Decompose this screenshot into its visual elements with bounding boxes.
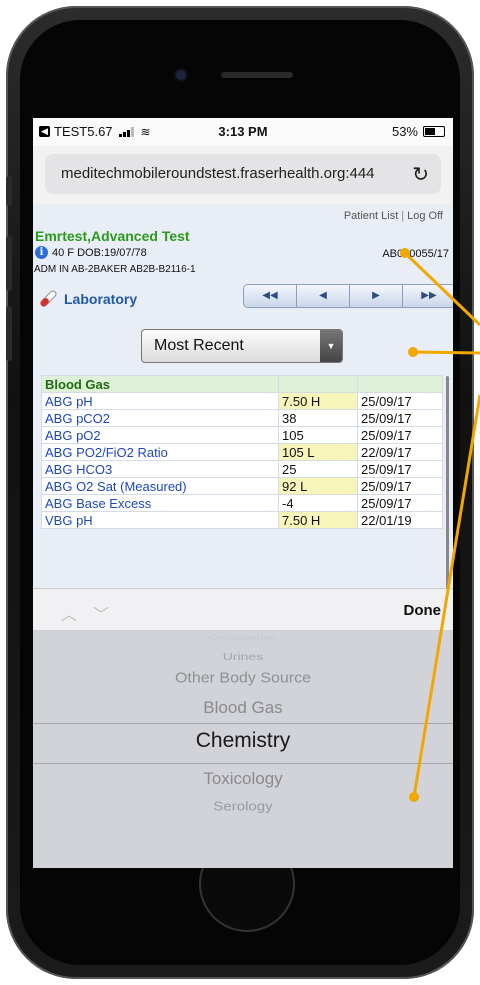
picker-option[interactable]: Urines bbox=[33, 650, 453, 662]
table-row[interactable]: ABG PO2/FiO2 Ratio 105 L 22/09/17 bbox=[41, 443, 443, 461]
result-value: 7.50 H bbox=[278, 392, 358, 410]
section-title: Laboratory bbox=[37, 288, 137, 310]
battery-group: 53% bbox=[392, 124, 445, 139]
result-name[interactable]: ABG O2 Sat (Measured) bbox=[41, 477, 279, 495]
table-row[interactable]: ABG pH 7.50 H 25/09/17 bbox=[41, 392, 443, 410]
status-time: 3:13 PM bbox=[218, 124, 268, 139]
record-nav-group: ◀◀ ◀ ▶ ▶▶ bbox=[243, 284, 453, 308]
patient-list-link[interactable]: Patient List bbox=[344, 210, 398, 222]
header-links: Patient List | Log Off bbox=[344, 210, 443, 222]
result-value: 92 L bbox=[278, 477, 358, 495]
result-date: 25/09/17 bbox=[357, 409, 443, 427]
scrollbar[interactable] bbox=[446, 376, 449, 596]
result-name[interactable]: ABG pO2 bbox=[41, 426, 279, 444]
previous-record-button[interactable]: ◀ bbox=[297, 285, 350, 307]
volume-up-button bbox=[6, 236, 12, 291]
chevron-down-icon[interactable]: ﹀ bbox=[93, 601, 109, 625]
lab-results-table: Blood Gas ABG pH 7.50 H 25/09/17 ABG pCO2 38… bbox=[41, 375, 443, 529]
result-value: 7.50 H bbox=[278, 511, 358, 529]
browser-url-bar: meditechmobileroundstest.fraserhealth.or… bbox=[33, 146, 453, 204]
status-bar: ◀ TEST5.67 ≋ 3:13 PM 53% bbox=[33, 118, 453, 146]
result-date: 22/09/17 bbox=[357, 443, 443, 461]
picker-toolbar: ︿ ﹀ Done bbox=[33, 588, 453, 631]
admission-info: ADM IN AB-2BAKER AB2B-B2116-1 bbox=[34, 264, 196, 275]
table-row[interactable]: VBG pH 7.50 H 22/01/19 bbox=[41, 511, 443, 529]
section-title-label: Laboratory bbox=[64, 291, 138, 307]
view-select-value: Most Recent bbox=[154, 337, 244, 354]
picker-selection-top-line bbox=[33, 723, 453, 724]
battery-fill bbox=[425, 128, 435, 135]
log-off-link[interactable]: Log Off bbox=[407, 210, 443, 222]
picker-option[interactable]: Serology bbox=[33, 799, 453, 813]
chevron-up-icon[interactable]: ︿ bbox=[61, 601, 77, 625]
result-value: 105 bbox=[278, 426, 358, 444]
result-date: 22/01/19 bbox=[357, 511, 443, 529]
last-record-button[interactable]: ▶▶ bbox=[403, 285, 453, 307]
web-page: Patient List | Log Off Emrtest,Advanced Te… bbox=[33, 204, 453, 596]
first-record-button[interactable]: ◀◀ bbox=[244, 285, 297, 307]
battery-icon bbox=[423, 126, 445, 137]
result-name[interactable]: VBG pH bbox=[41, 511, 279, 529]
link-separator: | bbox=[401, 210, 405, 222]
battery-percent: 53% bbox=[391, 124, 418, 139]
test-tube-icon bbox=[40, 290, 57, 307]
group-date-header bbox=[357, 375, 443, 393]
demographics-row: i 40 F DOB:19/07/78 bbox=[35, 246, 147, 259]
info-icon[interactable]: i bbox=[35, 246, 48, 259]
view-select[interactable]: Most Recent ▼ bbox=[141, 329, 343, 363]
patient-name: Emrtest,Advanced Test bbox=[35, 228, 190, 244]
group-value-header bbox=[278, 375, 358, 393]
chevron-down-icon: ▼ bbox=[320, 330, 342, 362]
demographics: 40 F DOB:19/07/78 bbox=[52, 246, 147, 259]
url-field[interactable]: meditechmobileroundstest.fraserhealth.or… bbox=[45, 154, 441, 194]
result-name[interactable]: ABG pH bbox=[41, 392, 279, 410]
volume-down-button bbox=[6, 306, 12, 361]
result-name[interactable]: ABG pCO2 bbox=[41, 409, 279, 427]
account-number: AB000055/17 bbox=[382, 248, 449, 260]
result-name[interactable]: ABG HCO3 bbox=[41, 460, 279, 478]
url-text: meditechmobileroundstest.fraserhealth.or… bbox=[61, 165, 375, 182]
table-row[interactable]: ABG O2 Sat (Measured) 92 L 25/09/17 bbox=[41, 477, 443, 495]
result-date: 25/09/17 bbox=[357, 460, 443, 478]
table-row[interactable]: ABG HCO3 25 25/09/17 bbox=[41, 460, 443, 478]
reload-icon[interactable]: ↻ bbox=[412, 162, 429, 187]
result-date: 25/09/17 bbox=[357, 477, 443, 495]
result-name[interactable]: ABG PO2/FiO2 Ratio bbox=[41, 443, 279, 461]
result-date: 25/09/17 bbox=[357, 494, 443, 512]
picker-option-selected[interactable]: Chemistry bbox=[33, 729, 453, 753]
table-group-header: Blood Gas bbox=[41, 375, 443, 393]
picker-option[interactable]: Toxicology bbox=[33, 770, 453, 789]
result-value: 105 L bbox=[278, 443, 358, 461]
earpiece-speaker bbox=[221, 72, 293, 78]
table-row[interactable]: ABG pCO2 38 25/09/17 bbox=[41, 409, 443, 427]
done-button[interactable]: Done bbox=[404, 602, 442, 619]
mute-switch bbox=[6, 176, 12, 206]
picker-wheel[interactable]: Coagulation Urines Other Body Source Blood … bbox=[33, 630, 453, 868]
result-date: 25/09/17 bbox=[357, 426, 443, 444]
picker-option[interactable]: Blood Gas bbox=[33, 698, 453, 718]
phone-screen: ◀ TEST5.67 ≋ 3:13 PM 53% meditechmobiler… bbox=[33, 118, 453, 868]
front-camera bbox=[176, 70, 186, 80]
result-value: 25 bbox=[278, 460, 358, 478]
result-value: -4 bbox=[278, 494, 358, 512]
picker-option[interactable]: Other Body Source bbox=[33, 671, 453, 688]
result-value: 38 bbox=[278, 409, 358, 427]
group-name: Blood Gas bbox=[41, 375, 279, 393]
picker-option[interactable]: Coagulation bbox=[33, 634, 453, 641]
picker-selection-bottom-line bbox=[33, 763, 453, 764]
result-date: 25/09/17 bbox=[357, 392, 443, 410]
table-row[interactable]: ABG pO2 105 25/09/17 bbox=[41, 426, 443, 444]
table-row[interactable]: ABG Base Excess -4 25/09/17 bbox=[41, 494, 443, 512]
result-name[interactable]: ABG Base Excess bbox=[41, 494, 279, 512]
next-record-button[interactable]: ▶ bbox=[350, 285, 403, 307]
